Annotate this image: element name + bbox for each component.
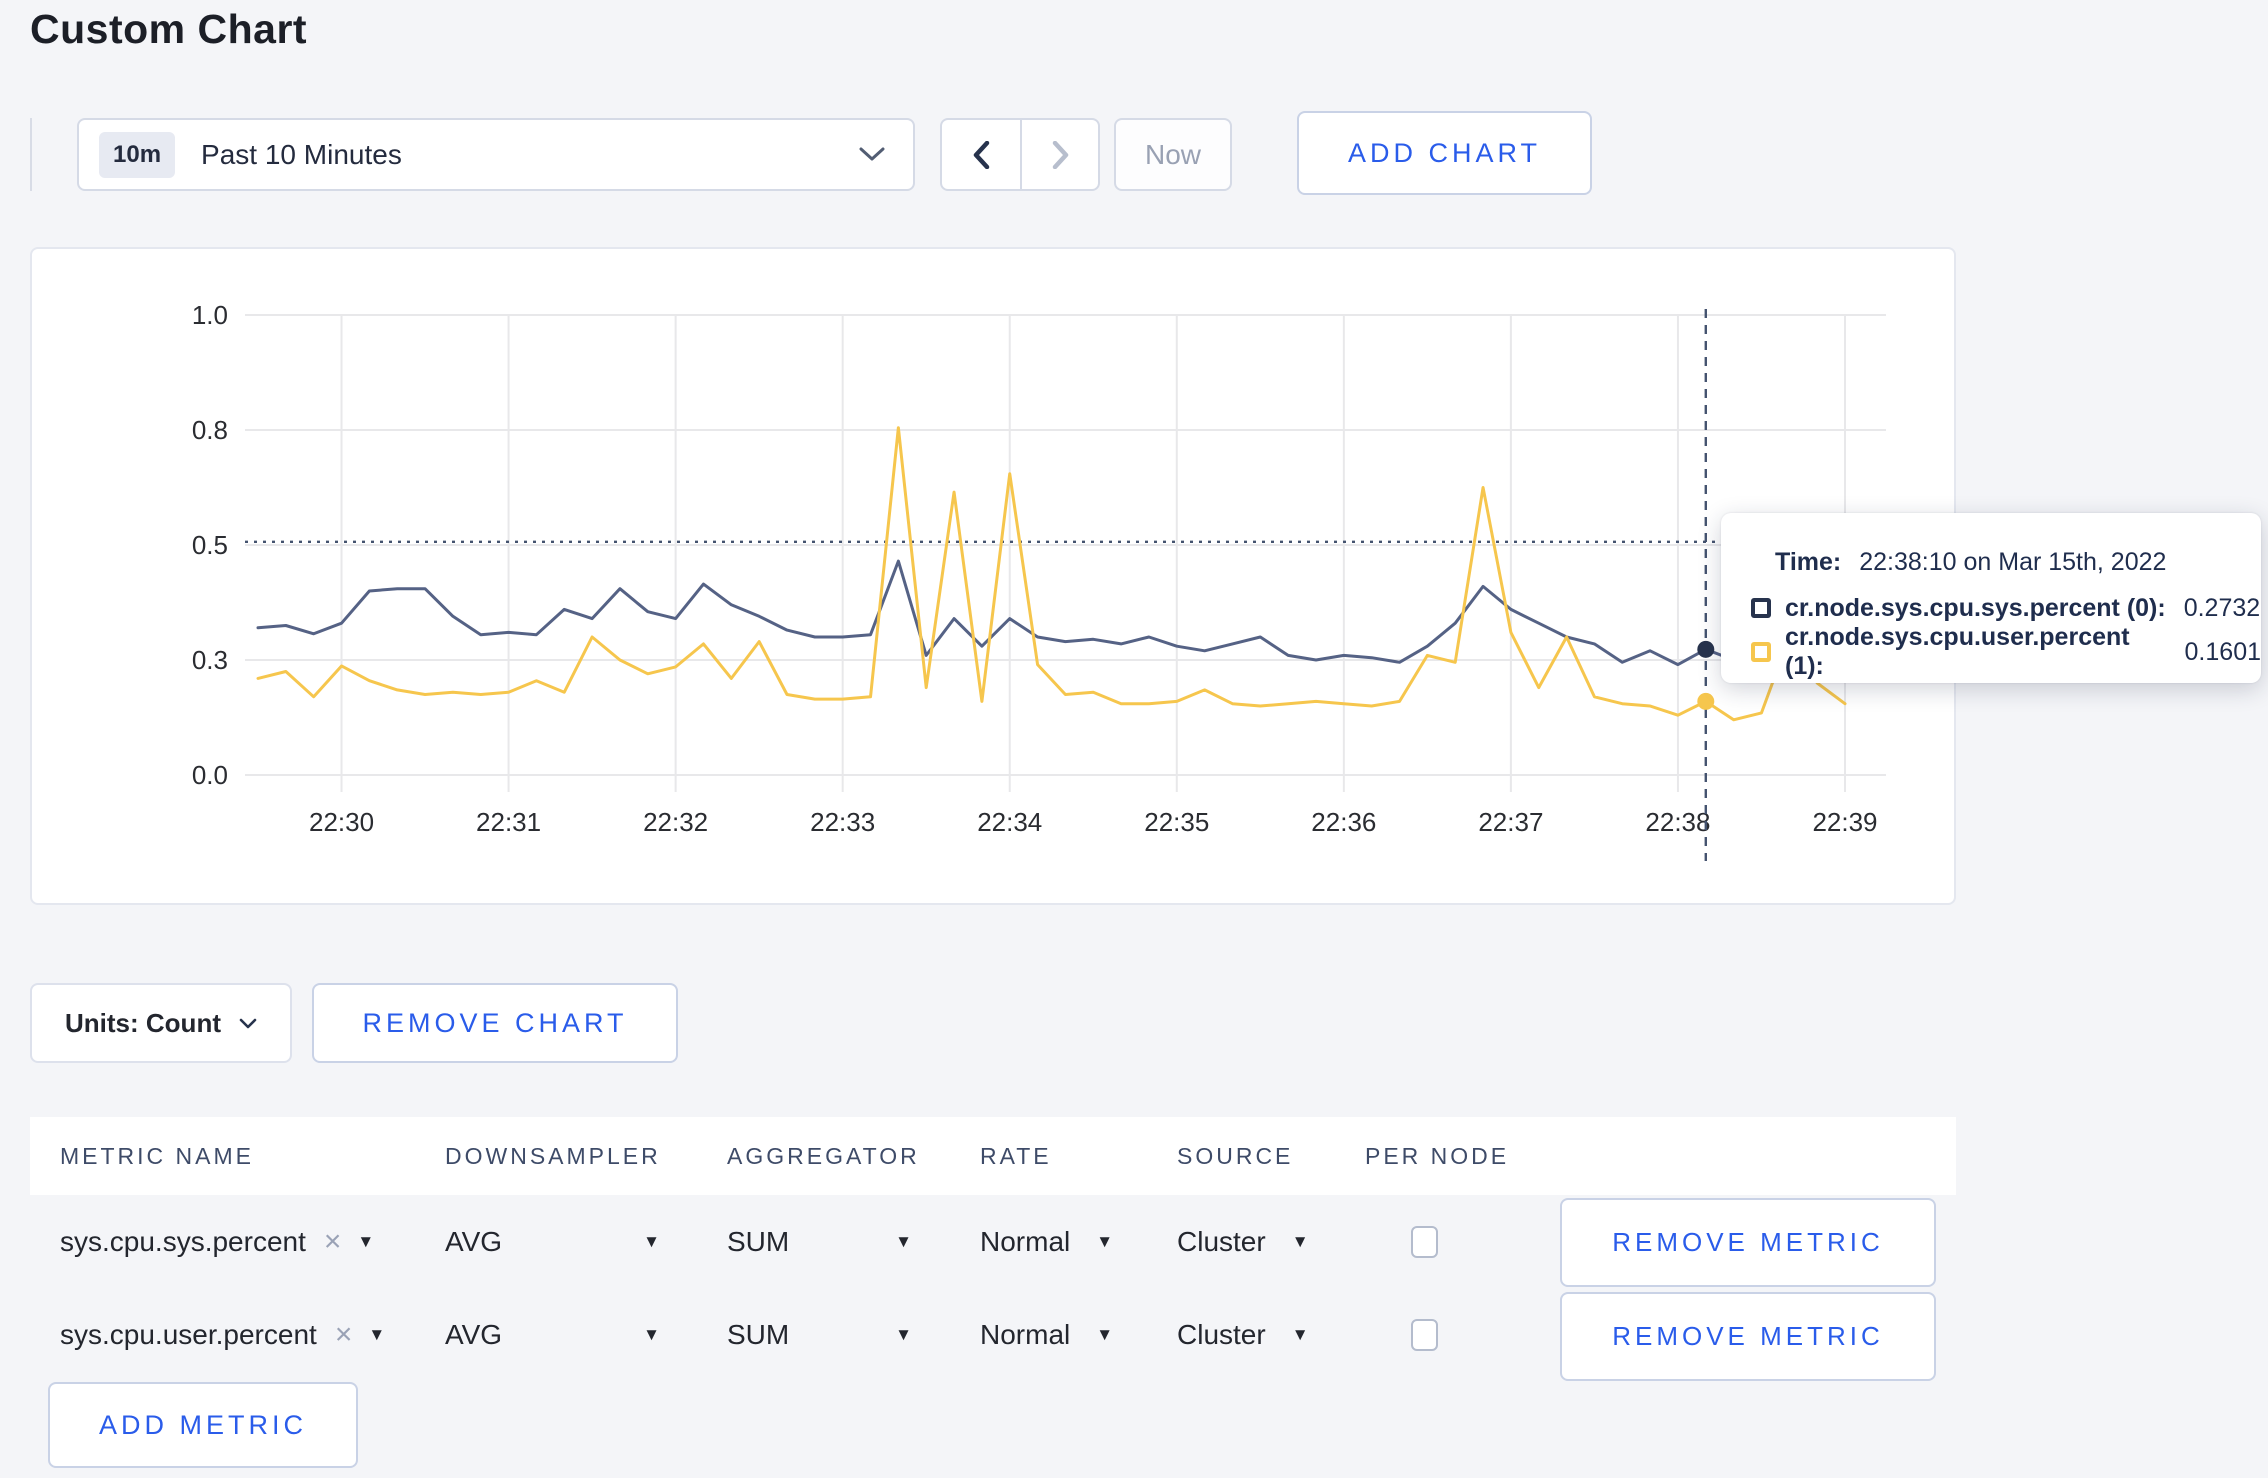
table-row: sys.cpu.user.percent × ▼ AVG ▼ SUM ▼ Nor…	[30, 1288, 1956, 1382]
downsampler-value: AVG	[445, 1225, 503, 1257]
remove-metric-button[interactable]: REMOVE METRIC	[1560, 1291, 1936, 1381]
toolbar-divider	[30, 118, 32, 191]
downsampler-dropdown[interactable]: AVG ▼	[445, 1226, 660, 1258]
time-nav-group	[940, 118, 1100, 191]
metric-name-dropdown[interactable]: sys.cpu.user.percent × ▼	[60, 1318, 445, 1352]
col-header-metric-name: METRIC NAME	[60, 1142, 254, 1169]
tooltip-series-user-label: cr.node.sys.cpu.user.percent (1):	[1785, 623, 2130, 680]
col-header-source: SOURCE	[1177, 1142, 1294, 1169]
units-label: Units: Count	[65, 1007, 221, 1038]
caret-down-icon: ▼	[357, 1231, 375, 1251]
tooltip-time-value: 22:38:10 on Mar 15th, 2022	[1859, 547, 2167, 576]
source-value: Cluster	[1177, 1319, 1266, 1350]
metric-name-value: sys.cpu.sys.percent	[60, 1225, 306, 1257]
hover-point-dot	[1697, 640, 1715, 658]
x-tick-label: 22:33	[810, 807, 875, 837]
aggregator-value: SUM	[727, 1225, 790, 1257]
caret-down-icon: ▼	[1291, 1325, 1309, 1344]
per-node-checkbox[interactable]	[1411, 1319, 1438, 1351]
x-tick-label: 22:39	[1812, 807, 1877, 837]
downsampler-dropdown[interactable]: AVG ▼	[445, 1319, 660, 1351]
downsampler-value: AVG	[445, 1319, 503, 1350]
chart-tooltip: Time: 22:38:10 on Mar 15th, 2022 cr.node…	[1721, 513, 2261, 683]
series-user-swatch-icon	[1751, 642, 1771, 662]
caret-down-icon: ▼	[1096, 1325, 1114, 1344]
x-tick-label: 22:31	[476, 807, 541, 837]
series-line-user	[256, 426, 1847, 722]
clear-metric-icon[interactable]: ×	[324, 1225, 342, 1259]
y-tick-label: 0.3	[192, 645, 228, 675]
caret-down-icon: ▼	[1291, 1231, 1309, 1251]
tooltip-time-label: Time:	[1775, 547, 1842, 576]
table-row: sys.cpu.sys.percent × ▼ AVG ▼ SUM ▼ Norm…	[30, 1195, 1956, 1288]
prev-time-button[interactable]	[942, 120, 1020, 189]
col-header-aggregator: AGGREGATOR	[727, 1142, 920, 1169]
source-value: Cluster	[1177, 1225, 1266, 1257]
chart-card: 0.0 0.3 0.5 0.8 1.0 22:30 22:31 22:32 22:33 22:34…	[30, 247, 1956, 905]
tooltip-series-sys-label: cr.node.sys.cpu.sys.percent (0):	[1785, 593, 2166, 622]
toolbar: 10m Past 10 Minutes Now ADD CHART	[0, 111, 2268, 195]
rate-value: Normal	[980, 1319, 1071, 1350]
col-header-downsampler: DOWNSAMPLER	[445, 1142, 661, 1169]
caret-down-icon: ▼	[368, 1325, 386, 1344]
hover-point-dot	[1697, 692, 1715, 710]
x-tick-label: 22:32	[643, 807, 708, 837]
aggregator-value: SUM	[727, 1319, 790, 1350]
next-time-button[interactable]	[1020, 120, 1098, 189]
per-node-checkbox[interactable]	[1411, 1225, 1438, 1258]
time-range-select[interactable]: 10m Past 10 Minutes	[77, 118, 915, 191]
chevron-left-icon	[973, 140, 989, 169]
metrics-table-header: METRIC NAME DOWNSAMPLER AGGREGATOR RATE …	[30, 1117, 1956, 1195]
cpu-chart-svg[interactable]: 0.0 0.3 0.5 0.8 1.0 22:30 22:31 22:32 22:33 22:34…	[32, 249, 1954, 903]
time-range-label: Past 10 Minutes	[201, 138, 402, 170]
caret-down-icon: ▼	[895, 1325, 912, 1344]
metrics-table: METRIC NAME DOWNSAMPLER AGGREGATOR RATE …	[30, 1117, 1956, 1468]
x-tick-label: 22:35	[1144, 807, 1209, 837]
caret-down-icon: ▼	[643, 1325, 660, 1344]
caret-down-icon: ▼	[895, 1231, 912, 1251]
source-dropdown[interactable]: Cluster ▼	[1177, 1226, 1309, 1258]
aggregator-dropdown[interactable]: SUM ▼	[727, 1226, 912, 1258]
tooltip-series-sys-value: 0.2732	[2183, 593, 2261, 622]
add-metric-button[interactable]: ADD METRIC	[48, 1382, 358, 1468]
chevron-down-icon	[239, 1018, 257, 1028]
remove-chart-button[interactable]: REMOVE CHART	[312, 983, 678, 1063]
tooltip-series-user-value: 0.1601	[2184, 637, 2261, 666]
custom-chart-page: Custom Chart 10m Past 10 Minutes Now ADD…	[0, 0, 2268, 1478]
y-tick-label: 0.8	[192, 415, 228, 445]
caret-down-icon: ▼	[643, 1231, 660, 1251]
units-select[interactable]: Units: Count	[30, 983, 292, 1063]
col-header-rate: RATE	[980, 1142, 1052, 1169]
chevron-down-icon	[859, 147, 885, 161]
x-tick-label: 22:34	[977, 807, 1042, 837]
chevron-right-icon	[1052, 140, 1068, 169]
y-tick-label: 0.0	[192, 760, 228, 790]
col-header-per-node: PER NODE	[1365, 1142, 1510, 1169]
page-title: Custom Chart	[30, 6, 308, 52]
now-button[interactable]: Now	[1114, 118, 1232, 191]
aggregator-dropdown[interactable]: SUM ▼	[727, 1319, 912, 1351]
metric-name-value: sys.cpu.user.percent	[60, 1319, 317, 1350]
rate-dropdown[interactable]: Normal ▼	[980, 1319, 1113, 1351]
x-tick-label: 22:30	[309, 807, 374, 837]
rate-value: Normal	[980, 1225, 1071, 1257]
series-sys-swatch-icon	[1751, 598, 1771, 618]
x-tick-label: 22:36	[1311, 807, 1376, 837]
add-chart-button[interactable]: ADD CHART	[1297, 111, 1592, 195]
y-tick-label: 1.0	[192, 300, 228, 330]
series-line-sys	[256, 559, 1847, 669]
caret-down-icon: ▼	[1096, 1231, 1114, 1251]
metric-name-dropdown[interactable]: sys.cpu.sys.percent × ▼	[60, 1225, 445, 1259]
clear-metric-icon[interactable]: ×	[335, 1318, 353, 1352]
time-range-badge: 10m	[99, 131, 176, 178]
y-tick-label: 0.5	[192, 530, 228, 560]
source-dropdown[interactable]: Cluster ▼	[1177, 1319, 1309, 1351]
x-tick-label: 22:38	[1645, 807, 1710, 837]
rate-dropdown[interactable]: Normal ▼	[980, 1226, 1113, 1258]
x-tick-label: 22:37	[1478, 807, 1543, 837]
remove-metric-button[interactable]: REMOVE METRIC	[1560, 1198, 1936, 1287]
